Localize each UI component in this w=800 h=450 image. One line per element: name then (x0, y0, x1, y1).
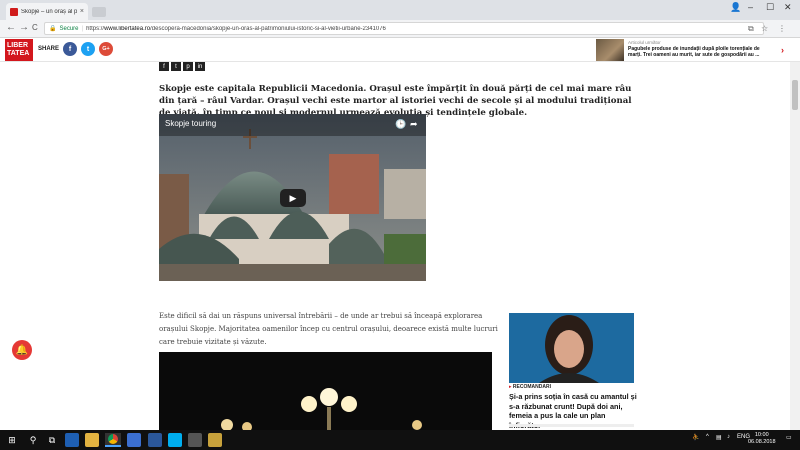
site-header: LIBER TATEA SHARE f t G+ Articolul următ… (0, 38, 800, 62)
action-center-icon[interactable]: ▭ (786, 434, 792, 441)
mini-twitter-button[interactable]: t (171, 62, 181, 71)
recommended-label: ▸ RECOMANDARI (509, 384, 551, 390)
forward-button[interactable]: → (19, 22, 29, 33)
profile-icon[interactable]: 👤 (730, 2, 741, 13)
night-lamps-image (159, 352, 492, 430)
article-content: f t p in Skopje este capitala Republicii… (0, 62, 790, 430)
facebook-share-button[interactable]: f (63, 42, 77, 56)
next-article-title: Pagubele produse de inundații după ploil… (628, 46, 760, 58)
video-player[interactable]: Skopje touring 🕒 ➦ ▶ (159, 114, 426, 281)
scrollbar-thumb[interactable] (792, 80, 798, 110)
clock-date: 06.08.2018 (748, 439, 776, 445)
mini-facebook-button[interactable]: f (159, 62, 169, 71)
recommended-ad-image[interactable] (509, 313, 634, 383)
page-scrollbar[interactable] (790, 62, 800, 430)
browser-menu-icon[interactable]: ⋮ (778, 24, 786, 33)
search-icon[interactable]: ⚲ (26, 433, 40, 447)
divider (509, 424, 634, 427)
tab-title: Skopje – un oraș al patri... (21, 8, 77, 15)
recommended-text: RECOMANDARI (512, 384, 551, 390)
article-photo (159, 352, 492, 430)
logo-line-1: LIBER (7, 42, 28, 49)
translate-icon[interactable]: ⧉ (748, 24, 754, 34)
google-share-button[interactable]: G+ (99, 42, 113, 56)
play-button[interactable]: ▶ (280, 189, 306, 207)
clock-time: 10:00 (754, 432, 769, 438)
notification-bell-icon[interactable]: 🔔 (12, 340, 32, 360)
tab-close-icon[interactable]: × (80, 8, 88, 15)
next-arrow-icon[interactable]: › (781, 45, 784, 55)
address-toolbar: ← → C 🔒 Secure | https://www.libertatea.… (0, 20, 800, 38)
url-domain: www.libertatea.ro (104, 25, 151, 32)
watch-later-icon[interactable]: 🕒 (395, 119, 406, 130)
share-label: SHARE (38, 46, 60, 52)
back-button[interactable]: ← (6, 22, 16, 33)
reload-button[interactable]: C (32, 23, 38, 32)
photos-icon[interactable] (208, 433, 222, 447)
video-share-icon[interactable]: ➦ (410, 119, 418, 130)
url-scheme: https:// (86, 25, 105, 32)
maximize-button[interactable]: ☐ (766, 2, 774, 13)
volume-icon[interactable]: ♪ (727, 434, 730, 440)
browser-tab-bar: Skopje – un oraș al patri... × 👤 – ☐ ✕ (0, 0, 800, 20)
favicon-icon (10, 7, 18, 16)
close-window-button[interactable]: ✕ (784, 2, 792, 13)
store-icon[interactable] (127, 433, 141, 447)
chrome-logo-icon (108, 434, 118, 444)
bookmark-star-icon[interactable]: ☆ (761, 24, 768, 33)
next-article-label: Articolul următor (628, 40, 661, 45)
url-path: /descopera-macedonia/skopje-un-oras-al-p… (150, 25, 386, 32)
edge-icon[interactable] (65, 433, 79, 447)
tray-expand-icon[interactable]: ^ (706, 434, 709, 440)
article-paragraph: Este dificil să dai un răspuns universal… (159, 312, 498, 346)
url-separator: | (81, 25, 84, 32)
next-article-thumbnail (596, 39, 624, 61)
ad-portrait (509, 313, 634, 383)
recommended-arrow-icon: ▸ (509, 384, 512, 390)
next-article-link[interactable]: Articolul următor Pagubele produse de in… (596, 39, 786, 61)
video-title: Skopje touring (165, 119, 217, 128)
minimize-button[interactable]: – (748, 2, 753, 12)
task-view-icon[interactable]: ⧉ (45, 433, 59, 447)
skype-icon[interactable] (168, 433, 182, 447)
site-logo[interactable]: LIBER TATEA (5, 39, 33, 61)
word-icon[interactable] (148, 433, 162, 447)
secure-label: Secure (59, 25, 79, 32)
new-tab-button[interactable] (92, 7, 106, 17)
chrome-icon[interactable] (105, 433, 121, 447)
browser-tab[interactable]: Skopje – un oraș al patri... × (6, 3, 88, 20)
start-button[interactable]: ⊞ (5, 433, 19, 447)
logo-line-2: TATEA (7, 50, 30, 57)
app-icon[interactable] (188, 433, 202, 447)
system-clock[interactable]: 10:00 06.08.2018 (748, 432, 776, 446)
network-icon[interactable]: ▤ (716, 434, 722, 441)
lock-icon: 🔒 (49, 26, 57, 32)
url-text: https://www.libertatea.ro/descopera-mace… (86, 26, 386, 32)
people-icon[interactable]: ⛹ (692, 434, 699, 441)
twitter-share-button[interactable]: t (81, 42, 95, 56)
file-explorer-icon[interactable] (85, 433, 99, 447)
windows-taskbar: ⊞ ⚲ ⧉ ⛹ ^ ▤ ♪ ENG 10:00 06.08.2018 ▭ (0, 430, 800, 450)
mini-pinterest-button[interactable]: p (183, 62, 193, 71)
mini-linkedin-button[interactable]: in (195, 62, 205, 71)
url-bar[interactable]: 🔒 Secure | https://www.libertatea.ro/des… (44, 22, 764, 35)
mini-share-bar: f t p in (159, 62, 205, 71)
